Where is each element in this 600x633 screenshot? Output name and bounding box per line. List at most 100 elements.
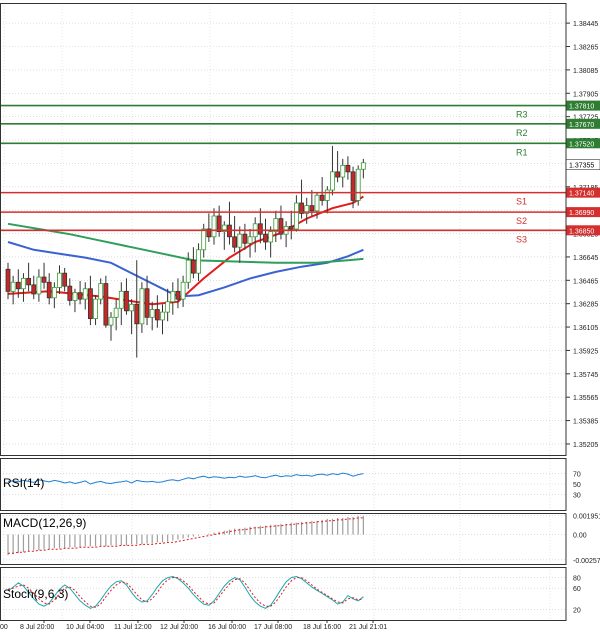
candle-body — [93, 298, 98, 320]
time-label: 8 Jul 20:00 — [20, 624, 54, 631]
pivot-label-r2: R2 — [516, 128, 528, 138]
candle-body — [288, 226, 294, 230]
pivot-label-s2: S2 — [516, 216, 527, 226]
candle-body — [263, 233, 268, 243]
candle-body — [170, 290, 176, 303]
pivot-price-label: 1.36850 — [569, 228, 594, 235]
candle-body — [165, 301, 171, 313]
time-label: 10 Jul 04:00 — [66, 624, 104, 631]
price-tick-label: 1.35925 — [573, 348, 598, 355]
price-tick-label: 1.38445 — [573, 21, 598, 28]
candle-body — [129, 303, 135, 312]
candle-body — [103, 283, 109, 326]
moving-average-mid — [7, 241, 364, 298]
rsi-title: RSI(14) — [3, 476, 44, 490]
stoch-frame — [0, 567, 567, 621]
candle-body — [57, 272, 62, 288]
candle-body — [319, 194, 325, 201]
candle-body — [82, 288, 88, 300]
candle-body — [26, 277, 32, 286]
candle-body — [216, 215, 222, 232]
forex-chart: 1.384451.382651.380851.379051.377251.375… — [0, 3, 600, 631]
time-label: 18 Jul 16:00 — [303, 624, 341, 631]
time-label: 16 Jul 00:00 — [208, 624, 246, 631]
candle-body — [139, 288, 145, 325]
candle-body — [257, 223, 263, 235]
price-tick-label: 1.36105 — [573, 325, 598, 332]
candle-body — [108, 316, 114, 326]
price-tick-label: 1.36465 — [573, 278, 598, 285]
candle-body — [330, 171, 335, 191]
price-tick-label: 1.35205 — [573, 442, 598, 449]
candle-body — [113, 307, 119, 318]
candle-body — [190, 259, 196, 274]
candle-body — [36, 276, 42, 295]
candle-body — [88, 288, 93, 320]
candle-body — [345, 164, 351, 173]
rsi-frame — [0, 458, 567, 511]
candle-body — [144, 288, 150, 318]
rsi-tick-label: 70 — [573, 472, 581, 479]
candle-body — [314, 194, 320, 212]
candle-body — [268, 231, 274, 243]
rsi-tick-label: 30 — [573, 492, 581, 499]
pivot-label-s3: S3 — [516, 234, 527, 244]
price-tick-label: 1.38085 — [573, 68, 598, 75]
time-label: 12 Jul 20:00 — [160, 624, 198, 631]
macd-tick-label: 0.001951 — [573, 513, 600, 520]
candle-body — [134, 303, 140, 325]
pivot-price-label: 1.37140 — [569, 191, 594, 198]
macd-panel: 0.001951 0.00 -0.002572 MACD(12,26,9) — [0, 513, 600, 565]
price-tick-label: 1.36645 — [573, 255, 598, 262]
candle-body — [46, 281, 52, 299]
pivot-label-s1: S1 — [516, 197, 527, 207]
price-tick-label: 1.38265 — [573, 45, 598, 52]
candle-body — [5, 268, 11, 292]
candle-body — [355, 168, 361, 201]
price-tick-label: 1.35565 — [573, 395, 598, 402]
pivot-label-r1: R1 — [516, 147, 528, 157]
candle-body — [350, 171, 356, 201]
macd-tick-label: -0.002572 — [573, 558, 600, 565]
stoch-tick-label: 20 — [573, 607, 581, 614]
candle-body — [98, 283, 104, 300]
candle-body — [118, 290, 124, 309]
candle-body — [237, 233, 243, 248]
candle-body — [175, 290, 181, 300]
candle-body — [247, 236, 253, 244]
price-tick-label: 1.37905 — [573, 91, 598, 98]
candle-body — [67, 285, 73, 301]
stoch-tick-label: 80 — [573, 576, 581, 583]
candle-body — [160, 311, 165, 321]
price-tick-label: 1.36285 — [573, 302, 598, 309]
candle-body — [72, 292, 78, 301]
candle-body — [211, 215, 217, 238]
macd-tick-label: 0.00 — [573, 533, 587, 540]
rsi-tick-label: 50 — [573, 482, 581, 489]
candle-body — [335, 171, 341, 178]
candle-body — [154, 309, 160, 321]
last-price-label: 1.37355 — [569, 163, 594, 170]
candle-body — [10, 281, 16, 292]
candle-body — [180, 281, 186, 300]
macd-title: MACD(12,26,9) — [3, 516, 86, 530]
price-tick-label: 1.35385 — [573, 419, 598, 426]
main-price-panel: 1.384451.382651.380851.379051.377251.375… — [0, 3, 600, 620]
candle-body — [278, 218, 284, 235]
rsi-panel: 70 50 30 RSI(14) — [0, 472, 581, 499]
candle-body — [185, 259, 191, 283]
candle-body — [242, 233, 248, 244]
pivot-price-label: 1.37810 — [569, 104, 594, 111]
candle-body — [201, 228, 207, 251]
price-tick-label: 1.35745 — [573, 372, 598, 379]
candle-body — [41, 276, 47, 283]
time-label: 11 Jul 12:00 — [114, 624, 152, 631]
candle-body — [324, 189, 330, 201]
candle-body — [232, 236, 238, 248]
candles — [5, 145, 366, 358]
pivot-price-label: 1.36990 — [569, 210, 594, 217]
candle-body — [340, 164, 346, 178]
candle-body — [124, 290, 129, 312]
candle-body — [309, 205, 315, 212]
candle-body — [62, 272, 68, 287]
